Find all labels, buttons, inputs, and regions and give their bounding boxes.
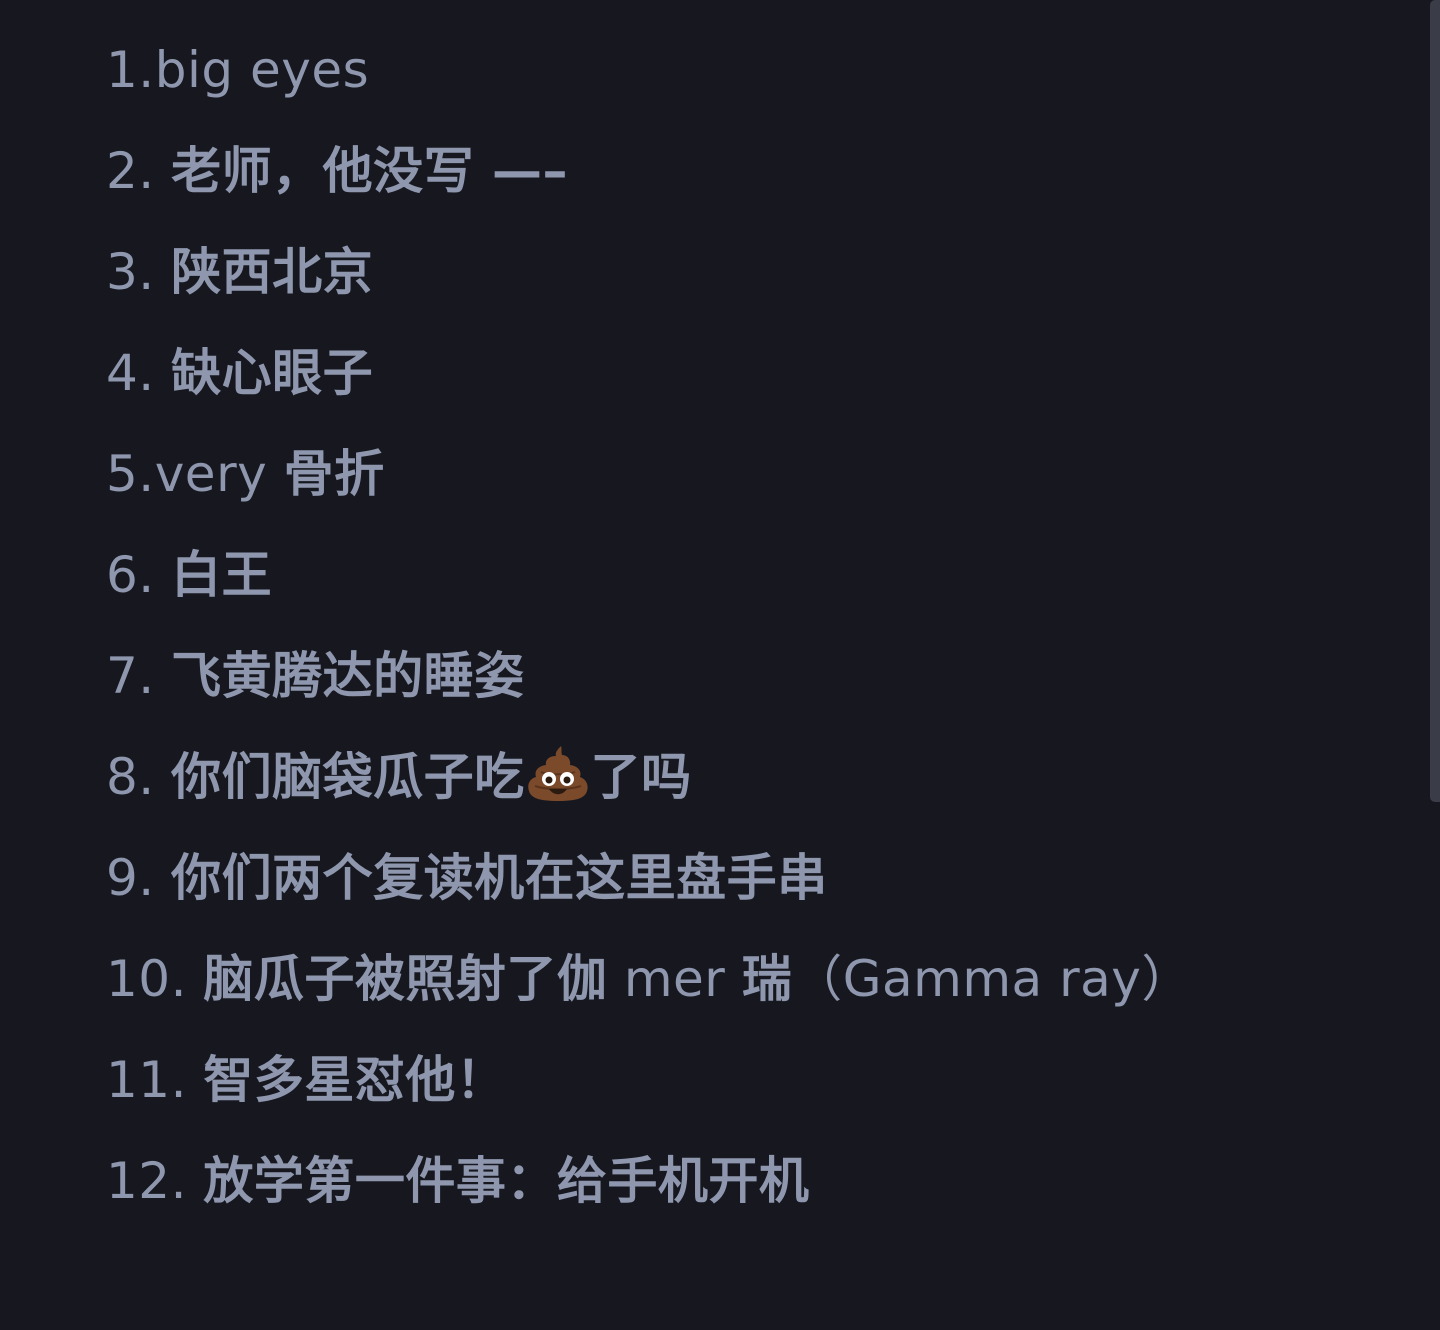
item-text: 智多星怼他！ xyxy=(203,1051,507,1109)
item-number: 1. xyxy=(106,41,155,99)
item-number: 5. xyxy=(106,445,155,503)
item-number: 12. xyxy=(106,1152,204,1210)
item-text-cjk-b: 瑞 xyxy=(741,950,793,1008)
item-text-latin: mer xyxy=(607,950,742,1008)
list-item-12: 12. 放学第一件事：给手机开机 xyxy=(106,1131,1192,1232)
item-text: 白王 xyxy=(171,546,273,604)
list-item-10: 10. 脑瓜子被照射了伽 mer 瑞（Gamma ray） xyxy=(106,929,1192,1030)
list-item-11: 11. 智多星怼他！ xyxy=(106,1030,1192,1131)
list-item-5: 5.very 骨折 xyxy=(106,424,1192,525)
numbered-list: 1.big eyes 2. 老师，他没写 —– 3. 陕西北京 4. 缺心眼子 … xyxy=(106,20,1192,1232)
item-text-latin: very xyxy=(154,445,284,503)
item-number: 4. xyxy=(106,344,172,402)
item-number: 9. xyxy=(106,849,172,907)
notes-screen: 1.big eyes 2. 老师，他没写 —– 3. 陕西北京 4. 缺心眼子 … xyxy=(0,0,1440,1330)
item-number: 10. xyxy=(106,950,204,1008)
list-item-3: 3. 陕西北京 xyxy=(106,222,1192,323)
item-text-cjk: 骨折 xyxy=(283,445,385,503)
item-number: 11. xyxy=(106,1051,204,1109)
list-item-4: 4. 缺心眼子 xyxy=(106,323,1192,424)
item-text: 你们两个复读机在这里盘手串 xyxy=(171,849,828,907)
item-number: 3. xyxy=(106,243,172,301)
item-number: 8. xyxy=(106,748,172,806)
list-item-6: 6. 白王 xyxy=(106,525,1192,626)
item-text-before-emoji: 你们脑袋瓜子吃 xyxy=(171,748,525,806)
list-item-9: 9. 你们两个复读机在这里盘手串 xyxy=(106,828,1192,929)
item-text: big eyes xyxy=(154,41,370,99)
list-item-2: 2. 老师，他没写 —– xyxy=(106,121,1192,222)
item-number: 7. xyxy=(106,647,172,705)
item-number: 6. xyxy=(106,546,172,604)
item-text: 陕西北京 xyxy=(171,243,374,301)
item-number: 2. xyxy=(106,142,172,200)
list-item-1: 1.big eyes xyxy=(106,20,1192,121)
item-text-after-emoji: 了吗 xyxy=(590,748,692,806)
item-text: 缺心眼子 xyxy=(171,344,374,402)
item-text: 飞黄腾达的睡姿 xyxy=(171,647,525,705)
pile-of-poo-icon xyxy=(527,744,589,802)
item-text-paren: （Gamma ray） xyxy=(792,950,1192,1008)
item-text-cjk-a: 脑瓜子被照射了伽 xyxy=(203,950,608,1008)
list-item-7: 7. 飞黄腾达的睡姿 xyxy=(106,626,1192,727)
list-item-8: 8. 你们脑袋瓜子吃 了吗 xyxy=(106,727,1192,828)
item-text: 放学第一件事：给手机开机 xyxy=(203,1152,810,1210)
vertical-scrollbar[interactable] xyxy=(1430,0,1440,802)
item-text: 老师，他没写 —– xyxy=(171,142,569,200)
